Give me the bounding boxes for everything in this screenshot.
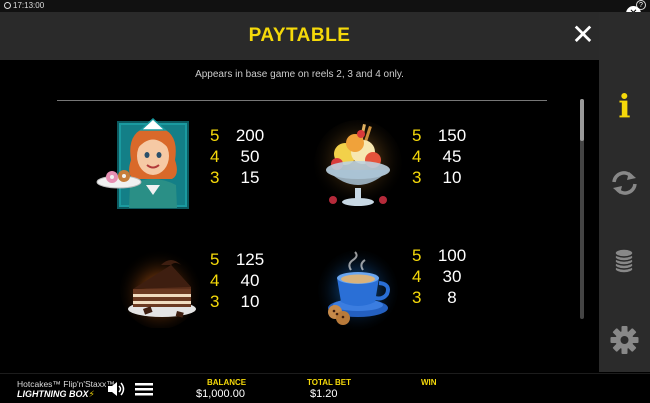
pay-count: 3 [210,168,220,187]
waitress-symbol-image [96,117,189,209]
pay-amount: 10 [240,292,260,311]
pay-amount: 45 [442,147,462,166]
total-bet-value: $1.20 [310,388,338,400]
pay-count: 3 [412,168,422,187]
game-bottom-bar: Hotcakes™ Flip'n'Staxx™ LIGHTNING BOX⚡ B… [0,373,650,401]
paytable-header: PAYTABLE ✕ [0,12,599,60]
win-label: WIN [421,378,437,387]
sundae-symbol-image [314,120,402,208]
pay-amount: 150 [437,126,467,145]
pay-amount: 10 [442,168,462,187]
pay-count: 5 [412,246,422,265]
coffee-symbol-image [318,250,398,330]
clock: 17:13:00 [4,1,44,11]
balance-label: BALANCE [207,378,247,387]
info-button[interactable]: i [599,86,650,126]
page-title: PAYTABLE [248,25,351,46]
scrollbar-thumb[interactable] [580,99,584,141]
clock-icon [4,2,11,9]
pay-amount: 50 [240,147,260,166]
clock-time: 17:13:00 [13,1,45,10]
pay-amount: 100 [437,246,467,265]
paytable-subtitle: Appears in base game on reels 2, 3 and 4… [195,69,404,80]
pay-count: 4 [412,267,422,286]
brand-logo: LIGHTNING BOX⚡ [17,389,95,400]
pay-count: 5 [210,126,220,145]
pay-count: 5 [412,126,422,145]
close-paytable-button[interactable]: ✕ [568,20,598,50]
game-name: Hotcakes™ Flip'n'Staxx™ [17,379,115,389]
pay-count: 4 [210,147,220,166]
symbol-coffee-cup [313,250,403,335]
symbol-waitress [96,115,206,220]
sidebar: i [599,12,650,372]
total-bet-label: TOTAL BET [307,378,351,387]
pay-amount: 15 [240,168,260,187]
hamburger-menu-icon [135,383,153,396]
pay-amount: 200 [235,126,265,145]
pay-amount: 40 [240,271,260,290]
paytable-content: Appears in base game on reels 2, 3 and 4… [0,60,599,373]
pay-amount: 30 [442,267,462,286]
settings-button[interactable] [599,320,650,360]
pay-amount: 125 [235,250,265,269]
speaker-icon [108,382,125,396]
cake-symbol-image [120,249,200,329]
pay-count: 5 [210,250,220,269]
gear-icon [610,326,639,354]
balance-value: $1,000.00 [196,388,245,400]
pay-amount: 8 [447,288,457,307]
lightning-icon: ⚡ [88,389,95,399]
symbol-ice-cream-sundae [313,118,403,219]
symbol-chocolate-cake [115,243,205,333]
pay-count: 4 [210,271,220,290]
info-icon: i [618,87,631,125]
brand-name: LIGHTNING BOX [17,389,89,399]
autoplay-icon [612,171,637,195]
pay-count: 4 [412,147,422,166]
divider [57,100,547,101]
pay-count: 3 [412,288,422,307]
coin-stack-icon [614,248,634,274]
bet-button[interactable] [599,241,650,281]
status-bar: 17:13:00 ? [0,0,650,12]
autoplay-button[interactable] [599,163,650,203]
pay-count: 3 [210,292,220,311]
